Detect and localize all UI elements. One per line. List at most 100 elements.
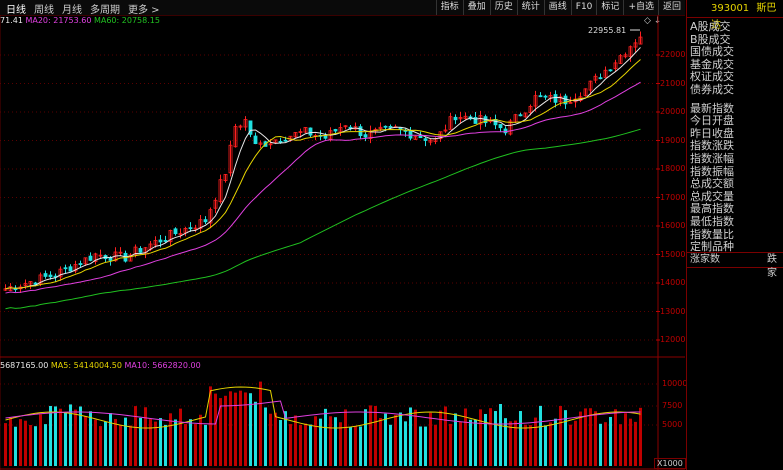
volume-bar — [374, 405, 377, 466]
volume-bar — [199, 414, 202, 466]
volume-bar — [474, 419, 477, 466]
volume-bar — [24, 420, 27, 466]
panel-item: 今日开盘 — [690, 114, 734, 128]
volume-bar — [264, 407, 267, 466]
volume-bar — [274, 412, 277, 466]
panel-item: 指数涨幅 — [690, 151, 734, 165]
price-tick-label: 21000 — [660, 78, 686, 88]
vol-ma5-value: MA5: 5414004.50 — [50, 361, 122, 370]
volume-bar — [279, 419, 282, 466]
volume-bar — [359, 426, 362, 466]
kline-chart[interactable]: 22955.81 — [0, 0, 685, 470]
volume-bar — [559, 405, 562, 466]
volume-bar — [549, 422, 552, 466]
candle-body — [598, 77, 603, 80]
volume-bar — [624, 413, 627, 466]
volume-bar — [19, 419, 22, 466]
candle-body — [503, 128, 508, 134]
volume-bar — [134, 406, 137, 466]
volume-bar — [594, 411, 597, 466]
volume-bar — [504, 418, 507, 466]
volume-bar — [574, 420, 577, 466]
volume-bar — [354, 426, 357, 466]
volume-bar — [639, 407, 642, 466]
volume-bar — [109, 413, 112, 466]
volume-bar — [459, 421, 462, 466]
volume-bar — [89, 411, 92, 466]
price-tick-label: 14000 — [660, 278, 686, 287]
volume-bar — [49, 405, 52, 466]
candle-body — [553, 94, 558, 103]
volume-bar — [309, 424, 312, 466]
volume-bar — [634, 421, 637, 466]
candle-body — [78, 263, 83, 266]
decliners-label: 跌家 — [767, 254, 777, 279]
volume-bar — [194, 424, 197, 466]
right-info-panel: 393001 斯巴达 A股成交 B股成交 国债成交 基金成交 权证成交 债券成交 最新指数… — [686, 0, 783, 470]
candle-body — [538, 95, 543, 98]
candle-body — [43, 273, 48, 277]
price-tick-label: 12000 — [660, 335, 686, 344]
volume-bar — [404, 421, 407, 466]
volume-bar — [184, 423, 187, 466]
volume-bar — [524, 424, 527, 466]
volume-bar — [189, 419, 192, 466]
volume-bar — [4, 423, 7, 466]
candle-body — [363, 134, 368, 138]
candle-body — [388, 126, 393, 128]
candle-body — [68, 266, 73, 272]
volume-bar — [429, 412, 432, 466]
price-tick-label: 15000 — [660, 249, 686, 259]
volume-bar — [74, 409, 77, 466]
candle-body — [163, 240, 168, 242]
volume-bar — [489, 408, 492, 466]
volume-bar — [479, 409, 482, 466]
volume-bar — [259, 381, 262, 466]
panel-item: 最低指数 — [690, 214, 734, 228]
candle-body — [408, 130, 413, 139]
candle-body — [63, 267, 68, 270]
volume-bar — [494, 411, 497, 466]
high-marker-label: 22955.81 — [588, 26, 626, 35]
candle-body — [158, 239, 163, 243]
volume-bar — [179, 408, 182, 466]
candle-body — [543, 95, 548, 98]
volume-bar — [554, 418, 557, 466]
volume-bar — [389, 424, 392, 466]
price-tick-label: 20000 — [660, 107, 686, 116]
volume-bar — [379, 418, 382, 466]
candle-body — [333, 129, 338, 132]
volume-bar — [509, 421, 512, 466]
volume-bar — [234, 392, 237, 466]
volume-bar — [604, 422, 607, 466]
volume-bar — [144, 407, 147, 466]
volume-bar — [384, 413, 387, 466]
volume-bar — [334, 417, 337, 466]
panel-item: A股成交 — [690, 20, 731, 33]
volume-bar — [124, 417, 127, 466]
volume-bar — [324, 408, 327, 466]
volume-bar — [159, 418, 162, 466]
price-tick-label: 22000 — [660, 50, 686, 59]
volume-bar — [329, 416, 332, 466]
volume-bar — [314, 416, 317, 466]
volume-bar — [619, 424, 622, 466]
candle-body — [498, 124, 503, 129]
volume-unit: X1000 — [654, 458, 686, 469]
volume-bar — [394, 414, 397, 466]
volume-bar — [59, 408, 62, 466]
volume-bar — [629, 418, 632, 466]
volume-bar — [409, 407, 412, 466]
volume-bar — [64, 412, 67, 466]
candle-body — [253, 135, 258, 145]
volume-bar — [589, 408, 592, 466]
volume-bar — [444, 406, 447, 466]
volume-bar — [499, 404, 502, 466]
volume-bar — [44, 424, 47, 466]
ma60-line — [5, 128, 641, 310]
volume-bar — [289, 424, 292, 466]
price-tick-label: 18000 — [660, 164, 686, 173]
volume-bar — [539, 405, 542, 466]
volume-bar — [529, 425, 532, 466]
volume-bar — [519, 411, 522, 466]
